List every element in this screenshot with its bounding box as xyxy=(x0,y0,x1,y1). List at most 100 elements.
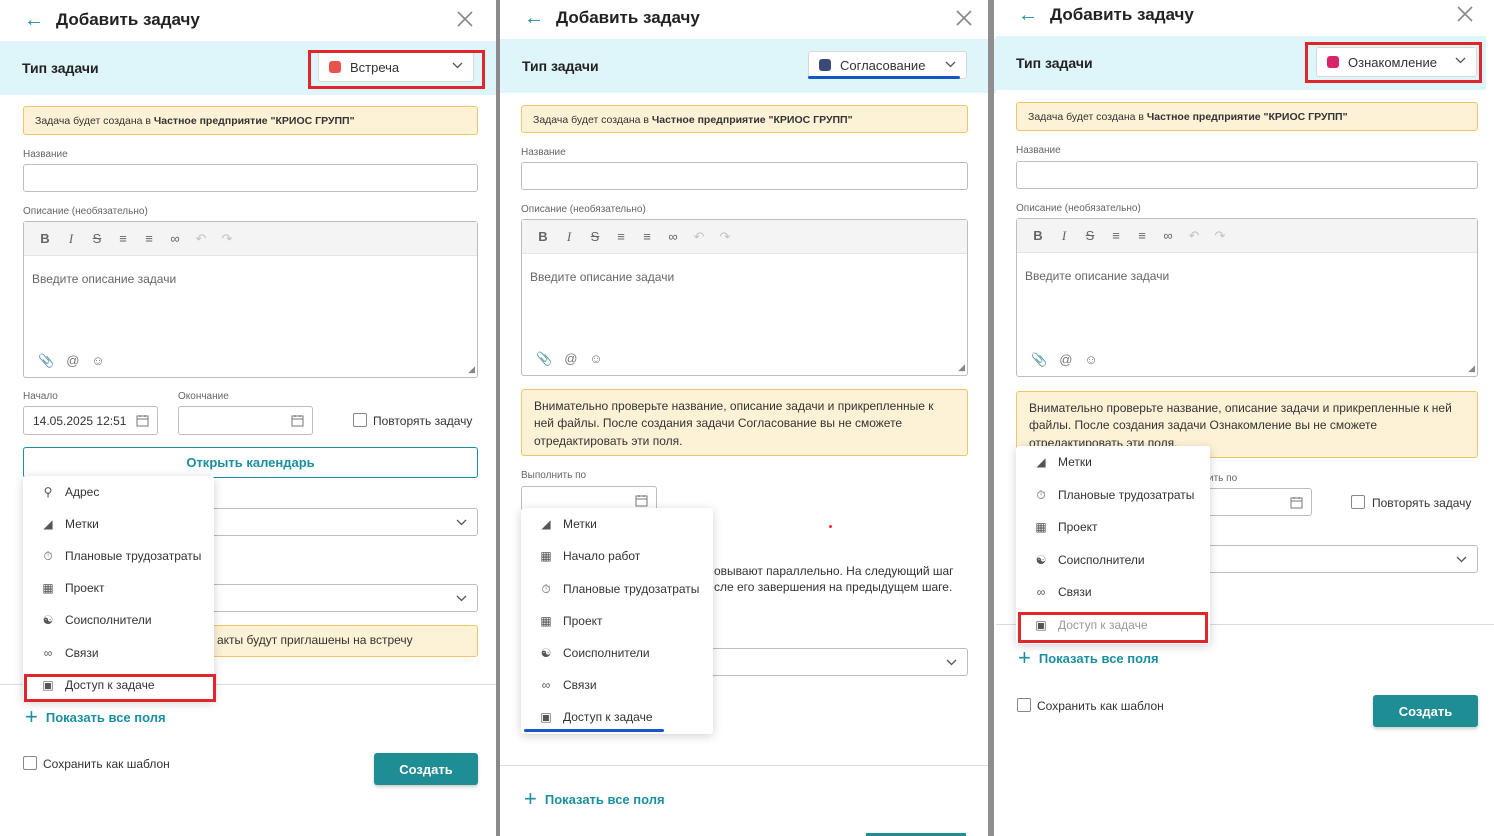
description-editor[interactable]: B I S ≡ ≡ ∞ ↶ ↷ Введите описание задачи … xyxy=(23,221,478,378)
redo-icon[interactable]: ↷ xyxy=(1213,228,1227,244)
menu-item-start-work[interactable]: ▦ Начало работ xyxy=(521,540,713,572)
desc-label: Описание (необязательно) xyxy=(1016,203,1141,214)
strikethrough-icon[interactable]: S xyxy=(1083,228,1097,243)
show-all-fields-link[interactable]: + Показать все поля xyxy=(524,788,665,810)
stopwatch-icon: ⏱ xyxy=(1036,487,1046,502)
bullet-list-icon[interactable]: ≡ xyxy=(1109,228,1123,243)
attach-icon[interactable]: 📎 xyxy=(38,353,54,369)
repeat-checkbox[interactable] xyxy=(353,413,367,427)
italic-icon[interactable]: I xyxy=(562,229,576,245)
numbered-list-icon[interactable]: ≡ xyxy=(1135,228,1149,243)
open-calendar-button[interactable]: Открыть календарь xyxy=(23,447,478,478)
attach-icon[interactable]: 📎 xyxy=(536,351,552,367)
menu-item-links[interactable]: ∞ Связи xyxy=(1016,576,1210,608)
repeat-checkbox[interactable] xyxy=(1351,495,1365,509)
bullet-list-icon[interactable]: ≡ xyxy=(116,231,130,246)
save-template-checkbox[interactable] xyxy=(23,756,37,770)
org-info-box: Задача будет создана в Частное предприят… xyxy=(1016,102,1478,131)
undo-icon[interactable]: ↶ xyxy=(692,229,706,245)
link-icon[interactable]: ∞ xyxy=(1161,228,1175,243)
name-input[interactable] xyxy=(1016,161,1478,189)
create-button[interactable]: Создать xyxy=(1373,695,1478,727)
menu-item-tags[interactable]: ◢ Метки xyxy=(1016,446,1210,478)
menu-item-address[interactable]: ⚲ Адрес xyxy=(23,476,214,508)
task-type-select[interactable]: Согласование xyxy=(808,51,967,79)
red-dot-mark xyxy=(829,525,832,528)
description-editor[interactable]: B I S ≡ ≡ ∞ ↶ ↷ Введите описание задачи … xyxy=(1016,218,1478,377)
emoji-icon[interactable]: ☺ xyxy=(91,353,104,369)
select-field-1[interactable] xyxy=(205,508,478,536)
due-date-input[interactable] xyxy=(1200,488,1312,516)
mention-icon[interactable]: @ xyxy=(564,351,577,367)
redo-icon[interactable]: ↷ xyxy=(220,231,234,247)
back-arrow-icon[interactable]: ← xyxy=(1018,5,1038,25)
bullet-list-icon[interactable]: ≡ xyxy=(614,229,628,244)
highlight-type-select xyxy=(1305,42,1482,83)
bold-icon[interactable]: B xyxy=(536,229,550,244)
description-editor[interactable]: B I S ≡ ≡ ∞ ↶ ↷ Введите описание задачи … xyxy=(521,219,968,376)
dialog-header: ← Добавить задачу xyxy=(524,8,700,28)
bold-icon[interactable]: B xyxy=(1031,228,1045,243)
calendar-icon[interactable] xyxy=(1290,496,1303,509)
mention-icon[interactable]: @ xyxy=(66,353,79,369)
emoji-icon[interactable]: ☺ xyxy=(589,351,602,367)
menu-item-planned-effort[interactable]: ⏱ Плановые трудозатраты xyxy=(521,573,713,605)
strikethrough-icon[interactable]: S xyxy=(588,229,602,244)
calendar-icon[interactable] xyxy=(136,414,149,427)
menu-item-coexecutors[interactable]: ☯ Соисполнители xyxy=(521,637,713,669)
highlight-type-select xyxy=(308,50,485,89)
link-icon[interactable]: ∞ xyxy=(168,231,182,246)
undo-icon[interactable]: ↶ xyxy=(194,231,208,247)
menu-item-links[interactable]: ∞ Связи xyxy=(521,669,713,701)
menu-item-planned-effort[interactable]: ⏱ Плановые трудозатраты xyxy=(1016,479,1210,511)
name-input[interactable] xyxy=(521,162,968,190)
numbered-list-icon[interactable]: ≡ xyxy=(640,229,654,244)
menu-item-project[interactable]: ▦ Проект xyxy=(23,572,214,604)
menu-item-project[interactable]: ▦ Проект xyxy=(521,605,713,637)
back-arrow-icon[interactable]: ← xyxy=(24,10,44,30)
close-icon[interactable] xyxy=(1456,5,1474,23)
menu-item-tags[interactable]: ◢ Метки xyxy=(521,508,713,540)
create-button[interactable]: Создать xyxy=(374,753,478,785)
strikethrough-icon[interactable]: S xyxy=(90,231,104,246)
emoji-icon[interactable]: ☺ xyxy=(1084,352,1097,368)
resize-handle-icon[interactable]: ◢ xyxy=(1468,363,1475,374)
menu-item-links[interactable]: ∞ Связи xyxy=(23,637,214,669)
bold-icon[interactable]: B xyxy=(38,231,52,246)
highlight-type-underline xyxy=(808,76,960,79)
attach-icon[interactable]: 📎 xyxy=(1031,352,1047,368)
link-icon[interactable]: ∞ xyxy=(666,229,680,244)
show-all-fields-link[interactable]: + Показать все поля xyxy=(1018,647,1159,669)
italic-icon[interactable]: I xyxy=(64,231,78,247)
close-icon[interactable] xyxy=(955,9,973,27)
scrollbar[interactable] xyxy=(988,0,994,836)
redo-icon[interactable]: ↷ xyxy=(718,229,732,245)
menu-item-project[interactable]: ▦ Проект xyxy=(1016,511,1210,543)
calendar-icon[interactable] xyxy=(635,494,648,507)
save-template-checkbox[interactable] xyxy=(1017,698,1031,712)
link-icon: ∞ xyxy=(1036,585,1046,599)
select-field-2[interactable] xyxy=(205,584,478,612)
parallel-info-line1: овывают параллельно. На следующий шаг xyxy=(714,564,954,578)
calendar-icon[interactable] xyxy=(291,414,304,427)
resize-handle-icon[interactable]: ◢ xyxy=(468,364,475,375)
chevron-down-icon xyxy=(456,519,467,526)
italic-icon[interactable]: I xyxy=(1057,228,1071,244)
undo-icon[interactable]: ↶ xyxy=(1187,228,1201,244)
tag-icon: ◢ xyxy=(541,517,551,531)
select-field[interactable] xyxy=(1200,545,1478,573)
select-field[interactable] xyxy=(705,648,968,676)
menu-item-tags[interactable]: ◢ Метки xyxy=(23,508,214,540)
back-arrow-icon[interactable]: ← xyxy=(524,8,544,28)
close-icon[interactable] xyxy=(456,10,474,28)
end-date-input[interactable] xyxy=(178,406,313,435)
menu-item-coexecutors[interactable]: ☯ Соисполнители xyxy=(23,604,214,636)
name-input[interactable] xyxy=(23,164,478,192)
menu-item-planned-effort[interactable]: ⏱ Плановые трудозатраты xyxy=(23,540,214,572)
mention-icon[interactable]: @ xyxy=(1059,352,1072,368)
show-all-fields-link[interactable]: + Показать все поля xyxy=(25,706,166,728)
resize-handle-icon[interactable]: ◢ xyxy=(958,362,965,373)
start-date-input[interactable]: 14.05.2025 12:51 xyxy=(23,406,158,435)
menu-item-coexecutors[interactable]: ☯ Соисполнители xyxy=(1016,544,1210,576)
numbered-list-icon[interactable]: ≡ xyxy=(142,231,156,246)
